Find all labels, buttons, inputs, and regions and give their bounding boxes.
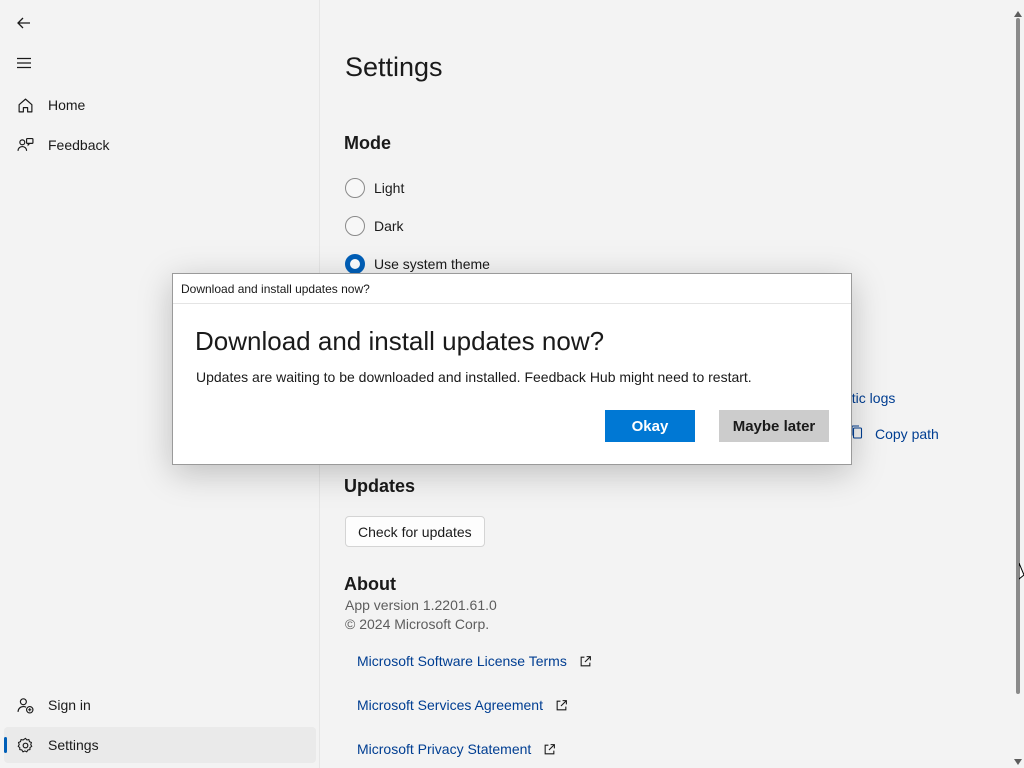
radio-label: Dark [374,218,404,234]
link-label: Microsoft Software License Terms [357,653,567,669]
hamburger-menu-icon [16,55,32,74]
back-arrow-icon [16,15,32,34]
scroll-down-arrow-icon[interactable] [1014,752,1022,768]
feedback-hub-window: Home Feedback Sign in Settings Settings … [0,0,1024,768]
nav-item-label: Settings [48,737,99,753]
nav-item-sign-in[interactable]: Sign in [4,687,316,723]
radio-circle [345,178,365,198]
radio-label: Use system theme [374,256,490,272]
services-agreement-link[interactable]: Microsoft Services Agreement [357,697,568,713]
external-link-icon [543,743,556,756]
radio-light[interactable]: Light [345,176,404,200]
okay-button[interactable]: Okay [605,410,695,442]
maybe-later-button[interactable]: Maybe later [719,410,829,442]
radio-dark[interactable]: Dark [345,214,404,238]
dialog-message: Updates are waiting to be downloaded and… [196,369,752,385]
license-terms-link[interactable]: Microsoft Software License Terms [357,653,592,669]
privacy-statement-link[interactable]: Microsoft Privacy Statement [357,741,556,757]
updates-heading: Updates [344,476,416,496]
home-icon [4,97,44,114]
nav-item-home[interactable]: Home [4,87,316,123]
copy-path-label: Copy path [875,425,939,442]
external-link-icon [579,655,592,668]
dialog-titlebar: Download and install updates now? [173,274,851,304]
copy-path-button[interactable]: Copy path [849,424,939,443]
dialog-heading: Download and install updates now? [195,326,605,356]
selection-indicator [4,737,7,753]
feedback-icon [4,137,44,154]
update-dialog: Download and install updates now? Downlo… [172,273,852,465]
gear-icon [4,737,44,754]
nav-item-feedback[interactable]: Feedback [4,127,316,163]
sign-in-icon [4,697,44,714]
copyright: © 2024 Microsoft Corp. [345,616,490,632]
nav-item-label: Sign in [48,697,91,713]
radio-label: Light [374,180,405,196]
radio-circle-selected [345,254,365,274]
check-for-updates-button[interactable]: Check for updates [345,516,485,547]
nav-item-label: Home [48,97,86,113]
app-version: App version 1.2201.61.0 [345,597,497,613]
mode-heading: Mode [344,133,391,153]
page-title: Settings [345,52,443,82]
vertical-scrollbar[interactable] [1012,0,1024,768]
radio-circle [345,216,365,236]
link-label: Microsoft Services Agreement [357,697,543,713]
nav-item-settings[interactable]: Settings [4,727,316,763]
nav-item-label: Feedback [48,137,110,153]
menu-button[interactable] [8,48,40,80]
back-button[interactable] [8,8,40,40]
scroll-thumb[interactable] [1016,18,1020,694]
external-link-icon [555,699,568,712]
mouse-cursor-icon [1018,562,1024,584]
link-label: Microsoft Privacy Statement [357,741,532,757]
about-heading: About [344,574,396,594]
